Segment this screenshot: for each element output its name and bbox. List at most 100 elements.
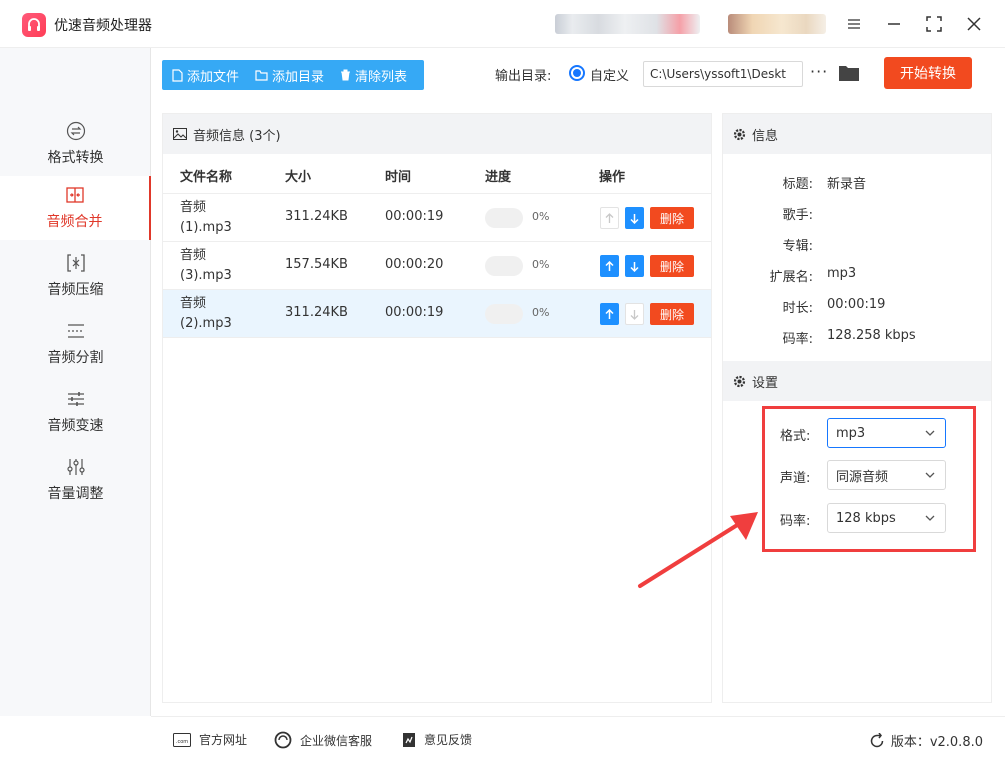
move-down-button[interactable]: [625, 255, 644, 277]
add-directory-label: 添加目录: [272, 69, 325, 85]
wechat-label: 企业微信客服: [300, 733, 373, 748]
custom-output-radio[interactable]: [569, 65, 585, 81]
table-row[interactable]: 音频 (3).mp3 157.54KB 00:00:20 0% 删除: [163, 242, 711, 290]
progress-text: 0%: [532, 306, 550, 319]
trash-icon: [341, 69, 351, 81]
delete-button[interactable]: 删除: [650, 255, 694, 277]
start-convert-button[interactable]: 开始转换: [884, 57, 972, 89]
close-icon[interactable]: [962, 12, 986, 36]
sidebar-item-label: 音频分割: [47, 350, 104, 366]
info-label-album: 专辑:: [782, 239, 813, 254]
arrow-up-icon: [605, 212, 614, 223]
blurred-user-info: [555, 14, 700, 34]
version-label: 版本：v2.0.8.0: [890, 735, 983, 750]
clear-list-label: 清除列表: [355, 69, 408, 85]
sidebar-item-format-convert[interactable]: 格式转换: [0, 112, 151, 176]
move-down-button[interactable]: [625, 207, 644, 229]
column-header-actions: 操作: [599, 170, 626, 185]
output-path-input[interactable]: C:\Users\yssoft1\Deskt: [643, 61, 803, 87]
sidebar-item-label: 音频合并: [46, 214, 103, 230]
file-list-panel: 音频信息 (3个) 文件名称 大小 时间 进度 操作 音频 (1).mp3 31…: [162, 113, 712, 703]
file-panel-title: 音频信息 (3个): [193, 128, 281, 144]
menu-icon[interactable]: [842, 12, 866, 36]
file-name: 音频 (2).mp3: [180, 296, 232, 331]
table-row[interactable]: 音频 (1).mp3 311.24KB 00:00:19 0% 删除: [163, 194, 711, 242]
file-duration: 00:00:19: [385, 209, 444, 224]
file-duration: 00:00:19: [385, 305, 444, 320]
file-size: 157.54KB: [285, 257, 348, 272]
format-convert-icon: [66, 121, 85, 141]
info-label-extension: 扩展名:: [769, 270, 813, 285]
maximize-icon[interactable]: [922, 12, 946, 36]
blurred-avatar: [728, 14, 826, 34]
info-label-artist: 歌手:: [782, 208, 813, 223]
gear-icon: [733, 375, 746, 387]
arrow-up-icon: [605, 308, 614, 319]
output-dir-label: 输出目录:: [495, 69, 552, 84]
move-down-button[interactable]: [625, 303, 644, 325]
annotation-arrow-icon: [638, 512, 758, 588]
add-file-button[interactable]: 添加文件: [162, 60, 245, 90]
official-website-link[interactable]: .com 官方网址: [173, 731, 247, 748]
audio-merge-icon: [65, 187, 84, 203]
arrow-up-icon: [605, 260, 614, 271]
feedback-label: 意见反馈: [424, 733, 473, 747]
custom-output-label: 自定义: [590, 69, 630, 84]
sidebar-item-audio-merge[interactable]: 音频合并: [0, 176, 151, 240]
info-value-title: 新录音: [827, 177, 867, 192]
wechat-icon: [274, 731, 292, 749]
wechat-support-link[interactable]: 企业微信客服: [274, 731, 372, 749]
sidebar-item-label: 音频压缩: [47, 282, 104, 298]
file-name: 音频 (3).mp3: [180, 248, 232, 283]
add-file-label: 添加文件: [187, 69, 240, 85]
column-header-size: 大小: [285, 170, 312, 185]
info-title: 信息: [752, 128, 779, 144]
file-icon: [172, 68, 183, 82]
progress-bar: [485, 304, 523, 324]
sidebar-item-audio-split[interactable]: 音频分割: [0, 312, 151, 376]
column-header-time: 时间: [385, 170, 412, 185]
info-value-extension: mp3: [827, 266, 857, 281]
info-value-duration: 00:00:19: [827, 297, 886, 312]
more-options-button[interactable]: ···: [810, 62, 828, 81]
column-header-name: 文件名称: [180, 170, 233, 185]
footer: .com 官方网址 企业微信客服 意见反馈 版本：v2.0.8.0: [151, 716, 1005, 763]
progress-text: 0%: [532, 210, 550, 223]
clear-list-button[interactable]: 清除列表: [330, 60, 413, 90]
refresh-icon: [870, 732, 884, 747]
move-up-button[interactable]: [600, 255, 619, 277]
sidebar-item-label: 音量调整: [47, 486, 104, 502]
delete-button[interactable]: 删除: [650, 303, 694, 325]
info-label-title: 标题:: [782, 177, 813, 192]
add-directory-button[interactable]: 添加目录: [245, 60, 330, 90]
sidebar-item-label: 格式转换: [47, 150, 104, 166]
info-label-bitrate: 码率:: [782, 332, 813, 347]
progress-bar: [485, 256, 523, 276]
info-label-duration: 时长:: [782, 301, 813, 316]
audio-split-icon: [67, 324, 84, 338]
website-icon: .com: [173, 732, 191, 747]
sidebar: 格式转换 音频合并 音频压缩 音频分割 音频变速 音量调整: [0, 48, 151, 716]
move-up-button[interactable]: [600, 207, 619, 229]
version-info[interactable]: 版本：v2.0.8.0: [869, 731, 983, 750]
move-up-button[interactable]: [600, 303, 619, 325]
website-label: 官方网址: [199, 733, 248, 747]
minimize-icon[interactable]: [882, 12, 906, 36]
file-size: 311.24KB: [285, 305, 348, 320]
settings-title: 设置: [752, 375, 779, 391]
arrow-down-icon: [630, 213, 639, 224]
sidebar-item-volume-adjust[interactable]: 音量调整: [0, 448, 151, 512]
sidebar-item-audio-speed[interactable]: 音频变速: [0, 380, 151, 444]
volume-adjust-icon: [66, 459, 85, 475]
table-row[interactable]: 音频 (2).mp3 311.24KB 00:00:19 0% 删除: [163, 290, 711, 338]
file-size: 311.24KB: [285, 209, 348, 224]
open-folder-icon[interactable]: [838, 64, 860, 82]
app-logo-icon: [22, 13, 46, 37]
annotation-highlight-box: [762, 406, 976, 552]
sidebar-item-audio-compress[interactable]: 音频压缩: [0, 244, 151, 308]
image-icon: [173, 128, 187, 140]
file-name: 音频 (1).mp3: [180, 200, 232, 235]
feedback-link[interactable]: 意见反馈: [402, 731, 472, 748]
progress-bar: [485, 208, 523, 228]
delete-button[interactable]: 删除: [650, 207, 694, 229]
